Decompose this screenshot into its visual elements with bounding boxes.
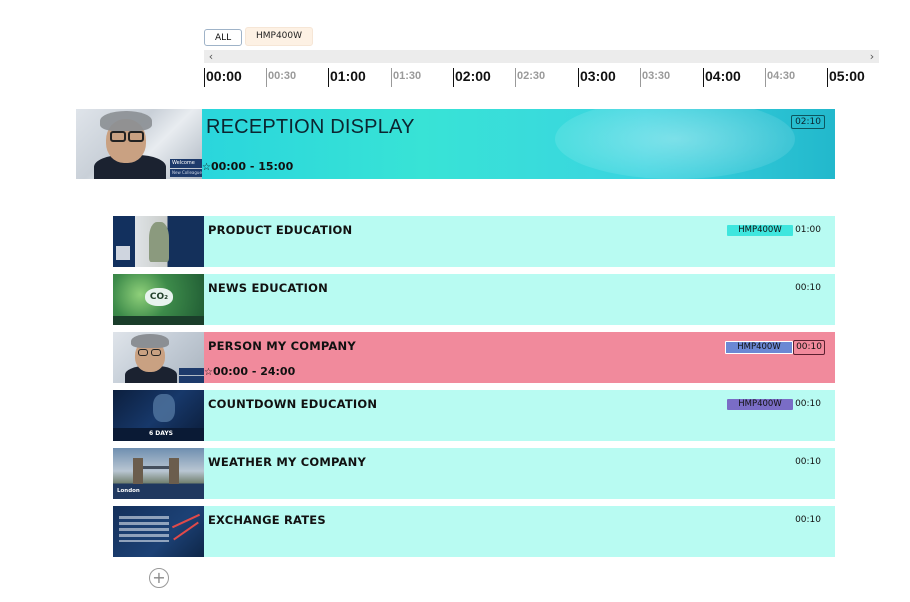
person-bar[interactable]: PERSON MY COMPANY ☆00:00 - 24:00 HMP400W…	[204, 332, 835, 383]
reception-bar[interactable]: RECEPTION DISPLAY ☆00:00 - 15:00 02:10	[202, 109, 835, 179]
tick-label: 03:00	[578, 68, 616, 87]
weather-bar[interactable]: WEATHER MY COMPANY 00:10	[204, 448, 835, 499]
plus-circle-icon[interactable]: +	[149, 568, 169, 588]
row-title: PRODUCT EDUCATION	[208, 223, 353, 237]
exchange-bar[interactable]: EXCHANGE RATES 00:10	[204, 506, 835, 557]
countdown-bar[interactable]: COUNTDOWN EDUCATION HMP400W 00:10	[204, 390, 835, 441]
duration-badge: 02:10	[791, 115, 825, 129]
star-icon: ☆	[204, 367, 213, 378]
row-title: WEATHER MY COMPANY	[208, 455, 366, 469]
scroll-right-icon[interactable]: ›	[865, 50, 879, 63]
co2-label: CO₂	[145, 288, 173, 306]
duration-label: 00:10	[795, 399, 821, 409]
filter-device-button[interactable]: HMP400W	[245, 27, 314, 46]
row-title: RECEPTION DISPLAY	[206, 116, 415, 138]
row-time-range: ☆00:00 - 24:00	[204, 365, 296, 378]
row-title: EXCHANGE RATES	[208, 513, 326, 527]
thumb-welcome-label: Welcome	[170, 159, 202, 168]
days-label: 6 DAYS	[149, 430, 173, 437]
tick-label: 00:30	[266, 68, 296, 87]
tick-label: 05:00	[827, 68, 865, 87]
thumb-sub-label: New Colleague	[170, 169, 202, 177]
tick-label: 02:30	[515, 68, 545, 87]
row-time-range: ☆00:00 - 15:00	[202, 160, 294, 173]
timeline-scrollbar[interactable]: ‹ ›	[204, 50, 879, 63]
row-title: NEWS EDUCATION	[208, 281, 328, 295]
news-bar[interactable]: NEWS EDUCATION 00:10	[204, 274, 835, 325]
person-thumbnail	[113, 332, 204, 383]
tick-label: 02:00	[453, 68, 491, 87]
star-icon: ☆	[202, 162, 211, 173]
tick-label: 01:30	[391, 68, 421, 87]
schedule-row[interactable]: CO₂ NEWS EDUCATION 00:10	[113, 274, 835, 325]
city-label: London	[117, 488, 140, 494]
device-tag: HMP400W	[725, 341, 793, 354]
schedule-row[interactable]: PERSON MY COMPANY ☆00:00 - 24:00 HMP400W…	[113, 332, 835, 383]
schedule-row[interactable]: PRODUCT EDUCATION HMP400W 01:00	[113, 216, 835, 267]
tick-label: 03:30	[640, 68, 670, 87]
schedule-row[interactable]: 6 DAYS COUNTDOWN EDUCATION HMP400W 00:10	[113, 390, 835, 441]
tick-label: 01:00	[328, 68, 366, 87]
product-thumbnail	[113, 216, 204, 267]
weather-thumbnail: London	[113, 448, 204, 499]
schedule-row[interactable]: EXCHANGE RATES 00:10	[113, 506, 835, 557]
row-title: PERSON MY COMPANY	[208, 339, 356, 353]
device-tag: HMP400W	[727, 225, 793, 236]
schedule-main-row[interactable]: Welcome New Colleague RECEPTION DISPLAY …	[76, 109, 835, 179]
duration-label: 00:10	[793, 340, 825, 355]
scroll-left-icon[interactable]: ‹	[204, 50, 218, 63]
row-title: COUNTDOWN EDUCATION	[208, 397, 378, 411]
tick-label: 04:00	[703, 68, 741, 87]
duration-label: 01:00	[795, 225, 821, 235]
news-thumbnail: CO₂	[113, 274, 204, 325]
duration-label: 00:10	[795, 457, 821, 467]
product-bar[interactable]: PRODUCT EDUCATION HMP400W 01:00	[204, 216, 835, 267]
tick-label: 00:00	[204, 68, 242, 87]
device-tag: HMP400W	[727, 399, 793, 410]
filter-all-button[interactable]: ALL	[204, 29, 243, 46]
reception-thumbnail: Welcome New Colleague	[76, 109, 202, 179]
tick-label: 04:30	[765, 68, 795, 87]
duration-label: 00:10	[795, 515, 821, 525]
exchange-thumbnail	[113, 506, 204, 557]
countdown-thumbnail: 6 DAYS	[113, 390, 204, 441]
schedule-row[interactable]: London WEATHER MY COMPANY 00:10	[113, 448, 835, 499]
timeline-ruler: 00:00 00:30 01:00 01:30 02:00 02:30 03:0…	[204, 64, 880, 88]
duration-label: 00:10	[795, 283, 821, 293]
